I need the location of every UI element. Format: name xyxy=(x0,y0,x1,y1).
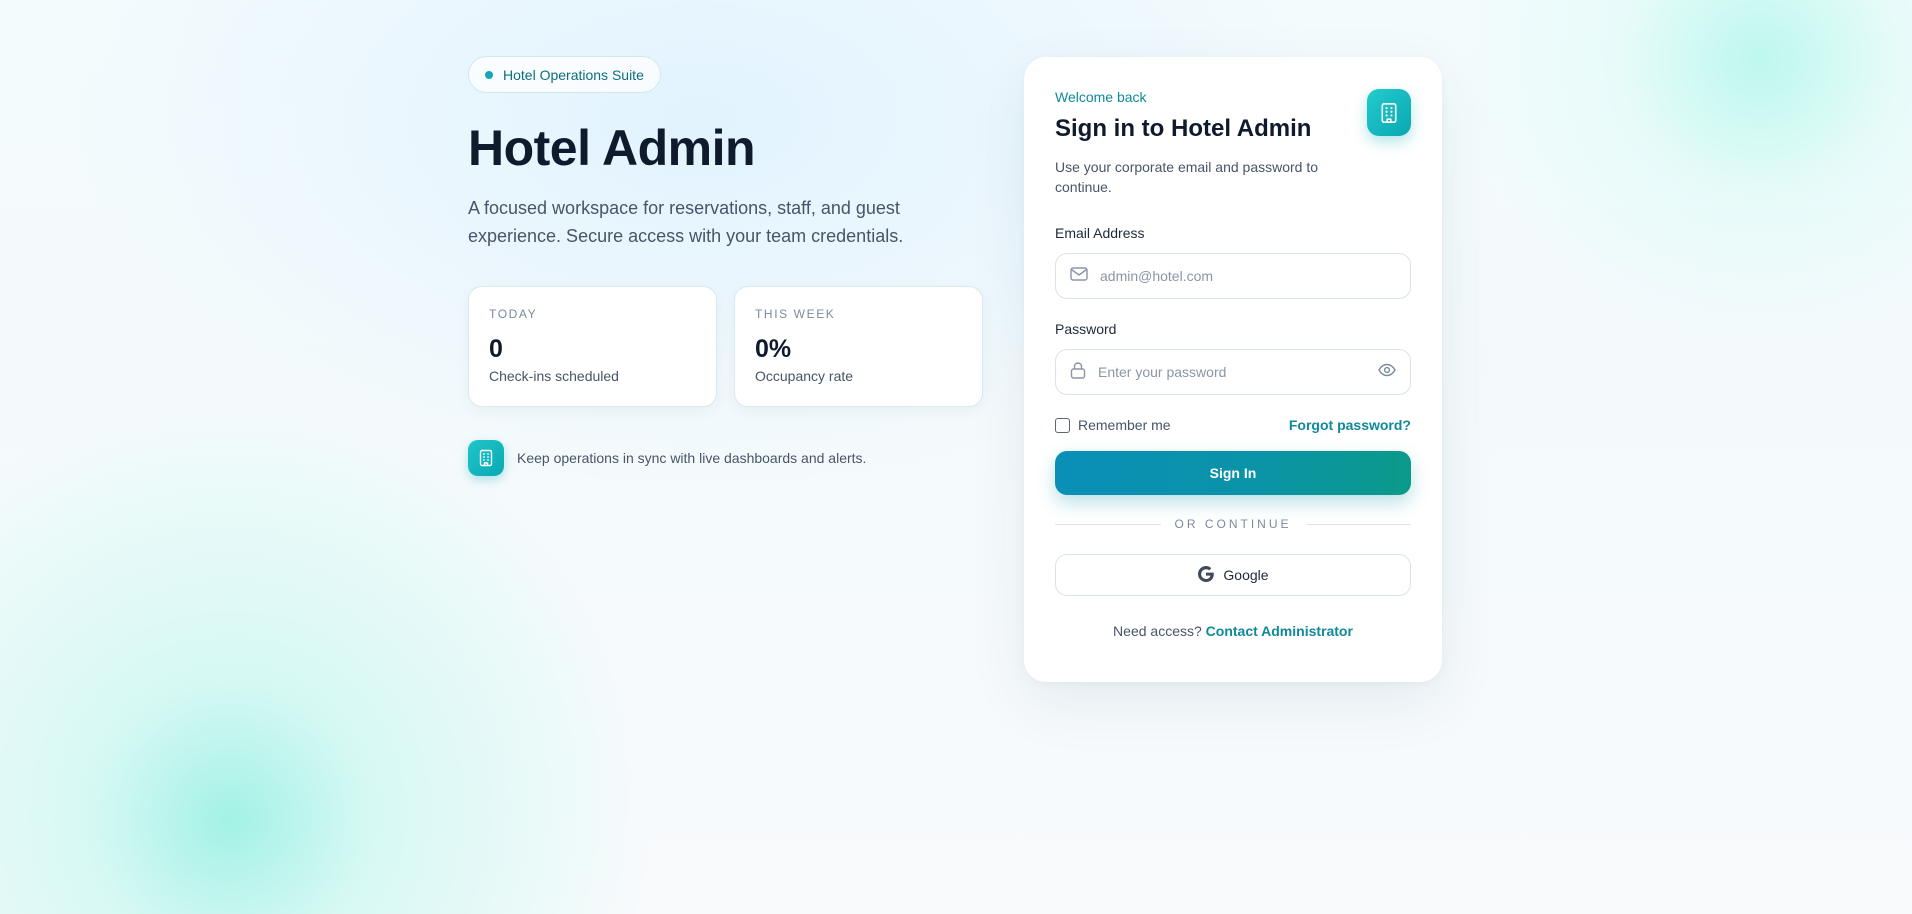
remember-label: Remember me xyxy=(1078,417,1171,433)
access-prompt-text: Need access? xyxy=(1113,623,1202,639)
feature-note-text: Keep operations in sync with live dashbo… xyxy=(517,450,867,466)
stat-value: 0 xyxy=(489,335,503,363)
page-subtitle: A focused workspace for reservations, st… xyxy=(468,198,904,246)
mail-icon xyxy=(1070,266,1088,286)
stat-label: THIS WEEK xyxy=(755,307,836,321)
stat-card-week: THIS WEEK 0% Occupancy rate xyxy=(734,286,983,407)
building-icon xyxy=(468,440,504,476)
forgot-password-link[interactable]: Forgot password? xyxy=(1289,417,1411,433)
stat-description: Check-ins scheduled xyxy=(489,368,619,384)
login-subtitle: Use your corporate email and password to… xyxy=(1055,159,1319,195)
stats-row: TODAY 0 Check-ins scheduled THIS WEEK 0%… xyxy=(468,286,984,407)
divider-line xyxy=(1055,523,1161,525)
login-card: Welcome back Sign in to Hotel Admin Use … xyxy=(1024,57,1442,682)
stat-value: 0% xyxy=(755,335,792,363)
email-input-wrapper xyxy=(1055,253,1411,299)
google-label: Google xyxy=(1223,567,1269,583)
access-prompt: Need access? Contact Administrator xyxy=(1055,623,1411,639)
options-row: Remember me Forgot password? xyxy=(1055,417,1411,433)
eye-icon[interactable] xyxy=(1378,363,1396,382)
stat-card-today: TODAY 0 Check-ins scheduled xyxy=(468,286,717,407)
google-signin-button[interactable]: Google xyxy=(1055,554,1411,596)
password-label: Password xyxy=(1055,321,1117,337)
google-icon xyxy=(1197,565,1215,586)
email-input[interactable] xyxy=(1100,268,1396,284)
remember-checkbox[interactable] xyxy=(1055,417,1070,433)
stat-label: TODAY xyxy=(489,307,538,321)
contact-administrator-link[interactable]: Contact Administrator xyxy=(1206,623,1353,639)
login-eyebrow: Welcome back xyxy=(1055,89,1147,105)
divider: OR CONTINUE xyxy=(1055,517,1411,531)
status-dot-icon xyxy=(485,70,493,79)
stat-description: Occupancy rate xyxy=(755,368,854,384)
remember-me[interactable]: Remember me xyxy=(1055,417,1171,433)
intro-panel: Hotel Operations Suite Hotel Admin A foc… xyxy=(468,56,984,476)
password-input-wrapper xyxy=(1055,349,1411,395)
login-title: Sign in to Hotel Admin xyxy=(1055,115,1312,142)
suite-badge: Hotel Operations Suite xyxy=(468,56,661,93)
sign-in-button[interactable]: Sign In xyxy=(1055,451,1411,495)
suite-badge-label: Hotel Operations Suite xyxy=(503,66,644,83)
feature-note: Keep operations in sync with live dashbo… xyxy=(468,440,984,476)
password-input[interactable] xyxy=(1098,364,1366,380)
email-label: Email Address xyxy=(1055,225,1145,241)
lock-icon xyxy=(1070,361,1086,384)
email-field-group: Email Address xyxy=(1055,225,1411,299)
divider-line xyxy=(1305,523,1411,525)
page-title: Hotel Admin xyxy=(468,120,756,176)
building-icon xyxy=(1367,89,1411,136)
password-field-group: Password xyxy=(1055,321,1411,395)
divider-label: OR CONTINUE xyxy=(1174,517,1292,531)
